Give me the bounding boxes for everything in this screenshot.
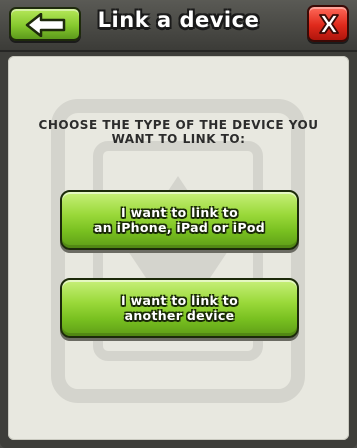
dialog-header: Link a device [0,0,357,52]
prompt-text: Choose the type of the device you want t… [8,118,349,146]
close-x-icon [319,14,339,34]
link-other-device-label: I want to link to another device [121,293,238,323]
content-panel: Choose the type of the device you want t… [8,56,349,440]
close-button[interactable] [307,5,349,42]
link-device-dialog: Link a device Choose the type of the dev… [0,0,357,448]
link-ios-device-button[interactable]: I want to link to an iPhone, iPad or iPo… [60,190,299,250]
prompt-line-1: Choose the type of the device you [38,118,319,132]
link-ios-label-line-2: an iPhone, iPad or iPod [94,220,265,235]
link-ios-label-line-1: I want to link to [121,205,238,220]
link-other-label-line-2: another device [124,308,235,323]
dialog-title: Link a device [97,8,260,32]
link-ios-device-label: I want to link to an iPhone, iPad or iPo… [94,205,265,235]
link-other-device-button[interactable]: I want to link to another device [60,278,299,338]
link-other-label-line-1: I want to link to [121,293,238,308]
prompt-line-2: want to link to: [111,132,246,146]
